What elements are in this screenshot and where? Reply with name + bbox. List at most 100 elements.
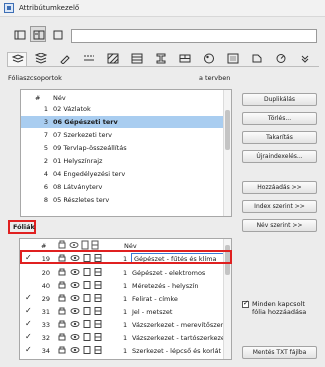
list-item[interactable]: 2 01 Helyszínrajz [34, 155, 224, 167]
lock-icon[interactable] [58, 333, 66, 343]
layer-row[interactable]: ✓ 33 1 Vázszerkezet - merevítőszerkezet [20, 318, 231, 331]
tab-layer-combinations-icon[interactable] [31, 52, 51, 66]
tab-layers-icon[interactable] [7, 52, 27, 66]
layers-section-label: Fóliák [13, 223, 35, 231]
intersection-group-icon[interactable] [94, 268, 102, 278]
list-item[interactable]: 5 09 Tervlap-összeállítás [34, 142, 224, 154]
search-input[interactable] [71, 29, 317, 43]
lock-icon[interactable] [58, 281, 66, 291]
overwrite-by-name-button[interactable]: Név szerint >> [242, 219, 317, 232]
visibility-check-icon[interactable]: ✓ [25, 345, 32, 354]
layer-number: 32 [41, 334, 50, 342]
wireframe-icon[interactable] [83, 307, 91, 317]
add-all-linked-layers-label-2: fólia hozzáadása [252, 308, 307, 316]
layer-row[interactable]: ✓ 32 1 Vázszerkezet - tartószerkezet [20, 331, 231, 344]
layer-name: Méretezés - helyszín [132, 282, 199, 290]
lock-icon[interactable] [58, 307, 66, 317]
wireframe-icon[interactable] [83, 346, 91, 356]
eye-icon[interactable] [70, 333, 80, 343]
layer-number: 20 [41, 269, 50, 277]
view-split-icon[interactable] [30, 26, 46, 42]
tab-markup-icon[interactable] [247, 52, 267, 66]
pen-number: 1 [123, 321, 128, 329]
intersection-group-icon[interactable] [94, 294, 102, 304]
tab-composites-icon[interactable] [127, 52, 147, 66]
layer-row[interactable]: ✓ 29 1 Felirat - címke [20, 292, 231, 305]
pen-number: 1 [123, 295, 128, 303]
delete-button[interactable]: Törlés... [242, 112, 317, 125]
tab-building-materials-icon[interactable] [175, 52, 195, 66]
layer-name: Vázszerkezet - merevítőszerkezet [132, 321, 232, 329]
list-item[interactable]: 7 07 Szerkezeti terv [34, 129, 224, 141]
toolbar [0, 26, 325, 48]
wireframe-icon[interactable] [83, 294, 91, 304]
save-txt-button[interactable]: Mentés TXT fájlba [242, 346, 317, 359]
visibility-check-icon[interactable]: ✓ [25, 332, 32, 341]
pen-number: 1 [123, 334, 128, 342]
eye-icon[interactable] [70, 346, 80, 356]
overwrite-by-index-button[interactable]: Index szerint >> [242, 200, 317, 213]
append-button[interactable]: Hozzáadás >> [242, 181, 317, 194]
wireframe-icon[interactable] [83, 333, 91, 343]
lock-icon[interactable] [58, 294, 66, 304]
tab-profiles-icon[interactable] [151, 52, 171, 66]
eye-icon[interactable] [70, 281, 80, 291]
intersection-group-icon[interactable] [94, 307, 102, 317]
groups-section-label: Fóliaszcsoportok [8, 74, 62, 82]
eye-icon[interactable] [70, 320, 80, 330]
scrollbar[interactable] [223, 90, 231, 216]
lock-icon[interactable] [58, 346, 66, 356]
tab-surfaces-icon[interactable] [199, 52, 219, 66]
list-item[interactable]: 4 04 Engedélyezési terv [34, 168, 224, 180]
list-item[interactable]: 8 05 Részletes terv [34, 194, 224, 206]
intersection-group-icon[interactable] [94, 281, 102, 291]
pen-number: 1 [123, 347, 128, 355]
purge-button[interactable]: Takarítás [242, 131, 317, 144]
tab-zones-icon[interactable] [223, 52, 243, 66]
pen-number: 1 [123, 282, 128, 290]
layer-name: Szerkezet - lépcső és korlát [132, 347, 222, 355]
view-single-icon[interactable] [49, 26, 65, 42]
wireframe-icon[interactable] [83, 281, 91, 291]
column-name-header: Név [124, 242, 137, 250]
view-list-icon[interactable] [11, 26, 27, 42]
tab-operation-profiles-icon[interactable] [271, 52, 291, 66]
eye-icon[interactable] [70, 307, 80, 317]
wireframe-icon[interactable] [83, 268, 91, 278]
tab-line-types-icon[interactable] [79, 52, 99, 66]
layer-combinations-list[interactable]: # Név 1 02 Vázlatok 3 06 Gépészeti terv … [20, 89, 232, 217]
context-label: a tervben [199, 74, 231, 82]
lock-icon[interactable] [58, 320, 66, 330]
pen-number: 1 [123, 269, 128, 277]
tab-fills-icon[interactable] [103, 52, 123, 66]
intersection-group-icon[interactable] [94, 333, 102, 343]
layer-row[interactable]: 40 1 Méretezés - helyszín [20, 279, 231, 292]
attribute-tabs [7, 50, 319, 67]
visibility-check-icon[interactable]: ✓ [25, 293, 32, 302]
selected-row-highlight [20, 250, 232, 264]
wireframe-icon[interactable] [83, 320, 91, 330]
lock-icon[interactable] [58, 268, 66, 278]
list-item[interactable]: 6 08 Látványterv [34, 181, 224, 193]
layer-row[interactable]: 20 1 Gépészet - elektromos [20, 266, 231, 279]
layer-name: Vázszerkezet - tartószerkezet [132, 334, 228, 342]
renumber-button[interactable]: Újraindexelés... [242, 150, 317, 163]
layer-row[interactable]: ✓ 34 1 Szerkezet - lépcső és korlát [20, 344, 231, 357]
tab-pens-icon[interactable] [55, 52, 75, 66]
duplicate-button[interactable]: Duplikálás [242, 93, 317, 106]
title-bar: Attribútumkezelő [0, 0, 325, 17]
list-item[interactable]: 1 02 Vázlatok [34, 103, 224, 115]
visibility-check-icon[interactable]: ✓ [25, 319, 32, 328]
add-all-linked-layers-checkbox[interactable] [242, 299, 249, 308]
eye-icon[interactable] [70, 294, 80, 304]
column-name-header: Név [53, 94, 66, 102]
intersection-group-icon[interactable] [94, 346, 102, 356]
eye-icon[interactable] [70, 268, 80, 278]
layer-row[interactable]: ✓ 31 1 Jel - metszet [20, 305, 231, 318]
intersection-group-icon[interactable] [94, 320, 102, 330]
tab-more-icon[interactable] [295, 52, 315, 66]
layer-name: Felirat - címke [132, 295, 178, 303]
list-item-selected[interactable]: 3 06 Gépészeti terv [21, 116, 225, 128]
visibility-check-icon[interactable]: ✓ [25, 306, 32, 315]
scrollbar-thumb[interactable] [225, 110, 230, 150]
